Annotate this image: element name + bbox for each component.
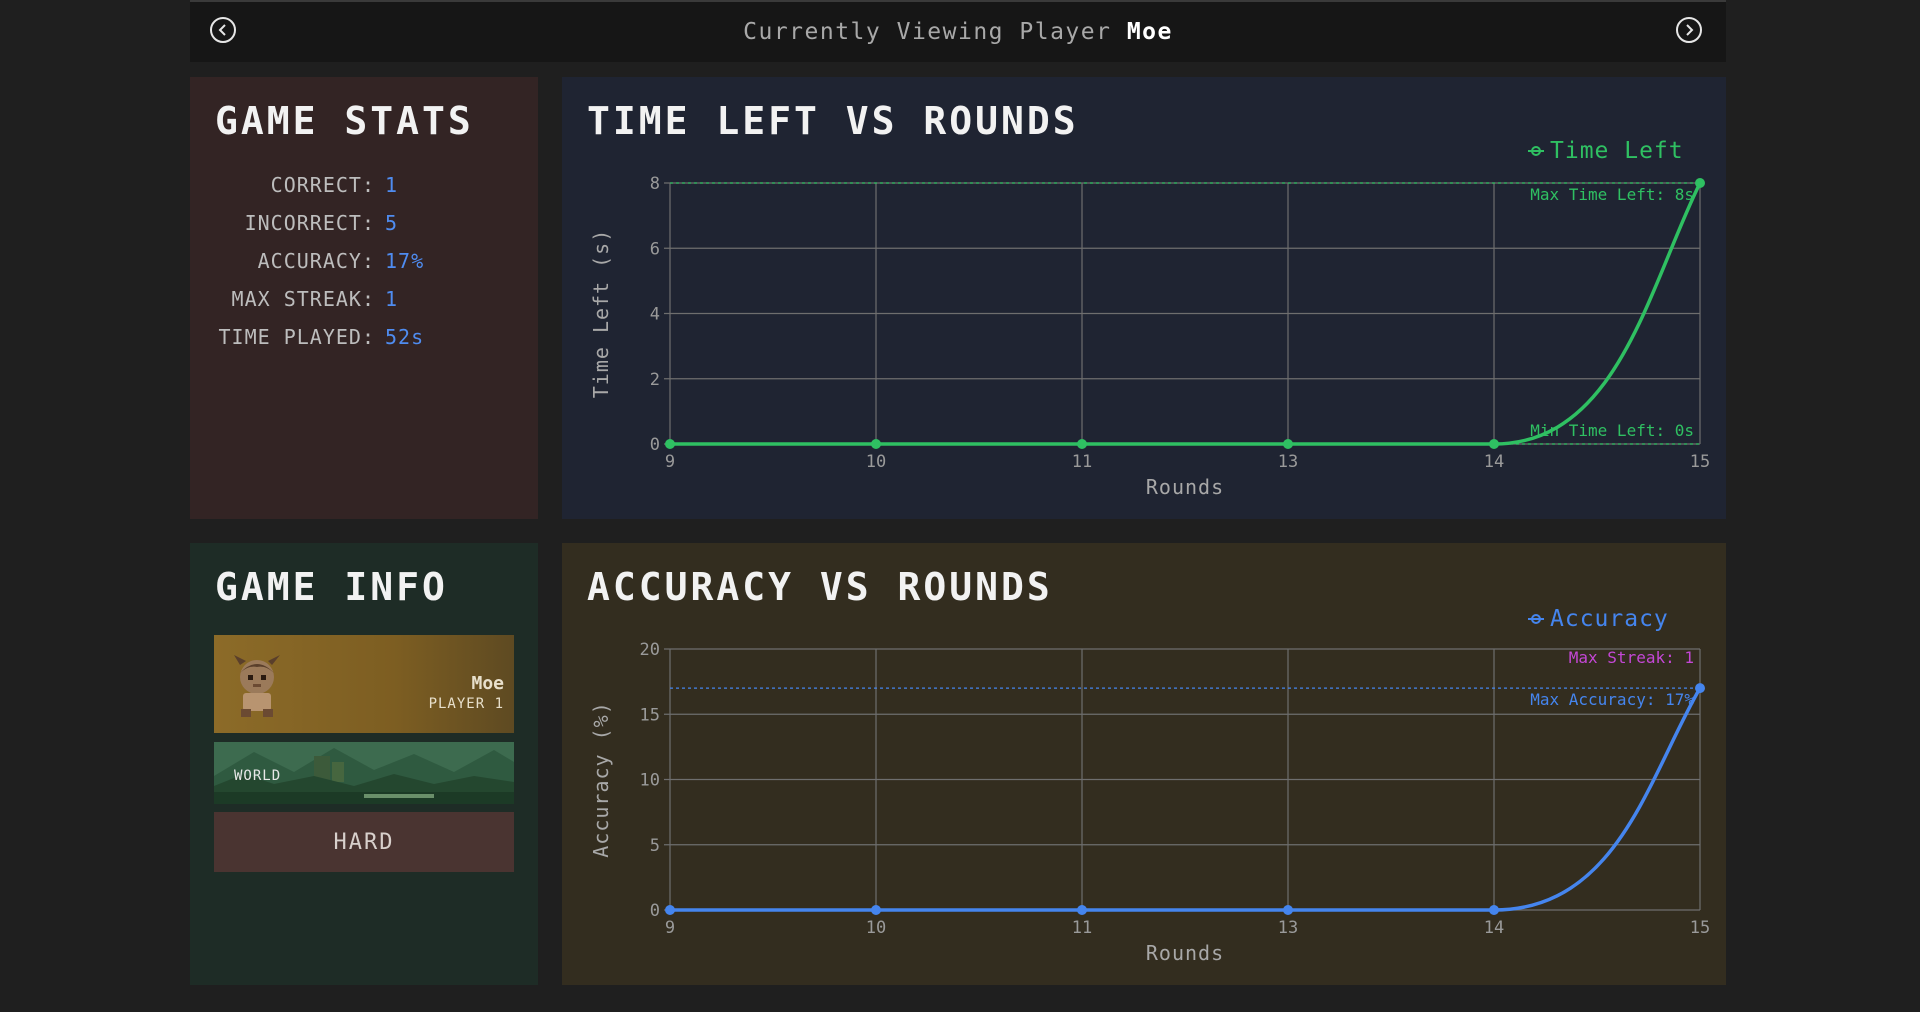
data-point — [871, 439, 881, 449]
x-tick-label: 10 — [866, 452, 886, 472]
x-tick-label: 14 — [1484, 918, 1504, 938]
legend-label: Time Left — [1550, 138, 1684, 164]
y-tick-label: 8 — [650, 174, 660, 194]
x-axis-title: Rounds — [1146, 475, 1224, 499]
stat-time-played: TIME PLAYED: 52s — [215, 318, 424, 356]
stat-value: 52s — [385, 325, 425, 349]
x-tick-label: 15 — [1690, 918, 1710, 938]
stat-value: 1 — [385, 173, 399, 197]
y-tick-label: 20 — [640, 640, 660, 660]
player-card-label: PLAYER 1 — [428, 696, 504, 712]
x-axis-title: Rounds — [1146, 941, 1224, 965]
y-tick-label: 2 — [650, 370, 660, 390]
legend-label: Accuracy — [1550, 606, 1669, 632]
y-tick-label: 0 — [650, 901, 660, 921]
data-point — [1283, 905, 1293, 915]
stat-correct: CORRECT: 1 — [215, 166, 424, 204]
y-tick-label: 15 — [640, 705, 660, 725]
x-tick-label: 14 — [1484, 452, 1504, 472]
x-tick-label: 13 — [1278, 452, 1298, 472]
stat-label: INCORRECT: — [244, 211, 375, 235]
data-point — [1283, 439, 1293, 449]
player-switcher-bar: Currently Viewing Player Moe — [190, 0, 1726, 62]
data-point — [1695, 683, 1705, 694]
data-point — [1077, 905, 1087, 915]
viewing-player-text: Currently Viewing Player Moe — [190, 19, 1726, 45]
player-avatar-icon — [234, 655, 280, 717]
chart-annotation: Max Streak: 1 — [1569, 648, 1694, 667]
x-tick-label: 15 — [1690, 452, 1710, 472]
reference-line-label: Max Accuracy: 17% — [1530, 690, 1694, 709]
data-point — [665, 905, 675, 915]
x-tick-label: 11 — [1072, 452, 1092, 472]
x-tick-label: 11 — [1072, 918, 1092, 938]
game-info-title: GAME INFO — [215, 565, 448, 609]
data-point — [665, 439, 675, 449]
stat-accuracy: ACCURACY: 17% — [215, 242, 424, 280]
game-stats-panel: GAME STATS CORRECT: 1 INCORRECT: 5 ACCUR… — [190, 77, 538, 519]
next-player-button[interactable] — [1676, 17, 1702, 43]
y-tick-label: 10 — [640, 771, 660, 791]
chevron-right-icon — [1686, 24, 1694, 36]
y-axis-title: Accuracy (%) — [589, 701, 613, 858]
y-tick-label: 5 — [650, 836, 660, 856]
data-point — [1695, 178, 1705, 188]
stats-list: CORRECT: 1 INCORRECT: 5 ACCURACY: 17% MA… — [215, 166, 424, 356]
game-stats-title: GAME STATS — [215, 99, 474, 143]
y-tick-label: 0 — [650, 435, 660, 455]
stat-incorrect: INCORRECT: 5 — [215, 204, 424, 242]
reference-line-label: Max Time Left: 8s — [1530, 185, 1694, 204]
x-tick-label: 9 — [665, 918, 675, 938]
data-point — [871, 905, 881, 915]
viewing-prefix: Currently Viewing Player — [743, 19, 1112, 45]
stat-max-streak: MAX STREAK: 1 — [215, 280, 424, 318]
y-tick-label: 6 — [650, 239, 660, 259]
stat-label: ACCURACY: — [257, 249, 375, 273]
x-tick-label: 9 — [665, 452, 675, 472]
y-axis-title: Time Left (s) — [589, 229, 613, 399]
world-label: WORLD — [234, 768, 282, 784]
data-point — [1489, 905, 1499, 915]
stat-value: 1 — [385, 287, 399, 311]
player-card[interactable]: Moe PLAYER 1 — [214, 635, 514, 733]
stat-label: TIME PLAYED: — [218, 325, 375, 349]
stat-label: CORRECT: — [270, 173, 375, 197]
accuracy-chart: 9 10 11 13 14 15 0 5 10 15 20 Rounds Accuracy (%) Max… — [589, 606, 1710, 965]
accuracy-chart-panel: ACCURACY VS ROUNDS 9 10 11 13 14 15 0 5 10 15 20 Ro… — [562, 543, 1726, 985]
time-left-chart-panel: TIME LEFT VS ROUNDS 9 10 11 13 14 15 0 2 4 6 8 Roun… — [562, 77, 1726, 519]
player-card-name: Moe — [471, 673, 504, 694]
stat-value: 17% — [385, 249, 425, 273]
data-point — [1077, 439, 1087, 449]
stat-label: MAX STREAK: — [231, 287, 375, 311]
data-point — [1489, 439, 1499, 449]
game-info-panel: GAME INFO Moe PLAYER 1 WORLD HARD — [190, 543, 538, 985]
world-card[interactable]: WORLD — [214, 742, 514, 804]
series-line — [670, 687, 1702, 912]
reference-line-label: Min Time Left: 0s — [1530, 421, 1694, 440]
y-tick-label: 4 — [650, 305, 660, 325]
viewing-player-name: Moe — [1126, 19, 1173, 45]
time-left-chart: 9 10 11 13 14 15 0 2 4 6 8 Rounds Time Left (s) Max T… — [589, 138, 1710, 499]
x-tick-label: 13 — [1278, 918, 1298, 938]
x-tick-label: 10 — [866, 918, 886, 938]
difficulty-badge[interactable]: HARD — [214, 812, 514, 872]
stat-value: 5 — [385, 211, 399, 235]
